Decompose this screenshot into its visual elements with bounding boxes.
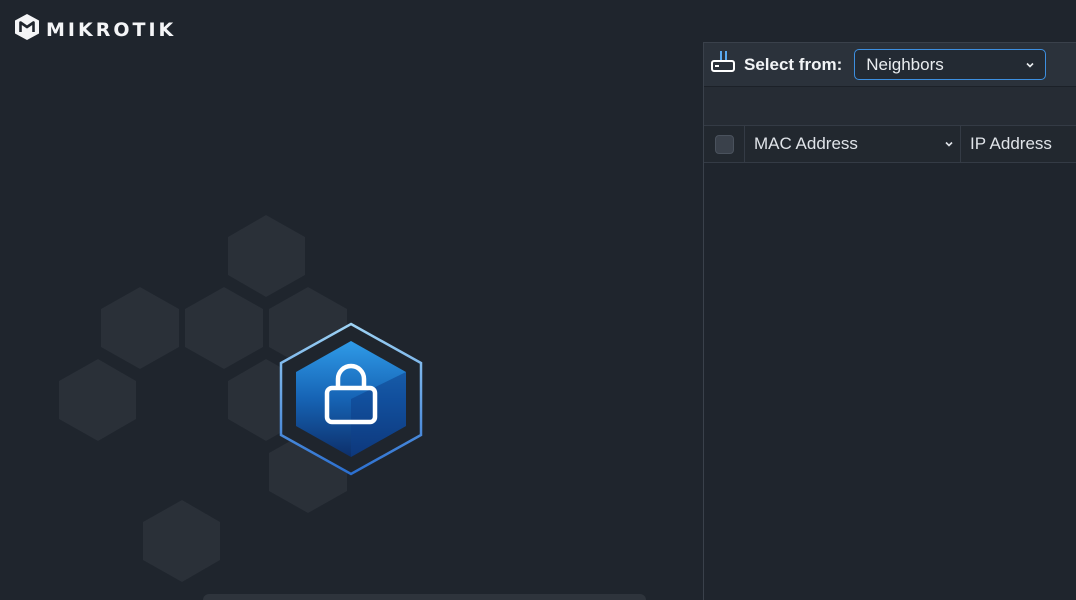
- source-select[interactable]: Neighbors: [854, 49, 1047, 80]
- panel-header: Select from: Neighbors: [704, 43, 1076, 86]
- table-header: MAC Address IP Address: [704, 125, 1076, 163]
- bottom-bar: [203, 594, 646, 600]
- login-screen: MIKROTIK Select from: Neighbors MAC Addr…: [0, 0, 1076, 600]
- select-from-label: Select from:: [744, 54, 843, 74]
- chevron-down-icon: [944, 134, 954, 154]
- neighbors-panel: Select from: Neighbors MAC Address IP Ad…: [703, 42, 1076, 600]
- decorative-hexagons: [59, 215, 423, 582]
- chevron-down-icon: [1025, 55, 1035, 75]
- column-header-mac-label: MAC Address: [754, 134, 858, 153]
- panel-toolbar: [704, 86, 1076, 125]
- select-all-cell: [704, 126, 745, 162]
- router-icon: [710, 49, 736, 80]
- select-all-checkbox[interactable]: [714, 134, 734, 154]
- source-select-value: Neighbors: [866, 54, 944, 74]
- column-header-ip[interactable]: IP Address: [961, 126, 1076, 162]
- column-header-ip-label: IP Address: [970, 134, 1052, 153]
- column-header-mac[interactable]: MAC Address: [745, 126, 961, 162]
